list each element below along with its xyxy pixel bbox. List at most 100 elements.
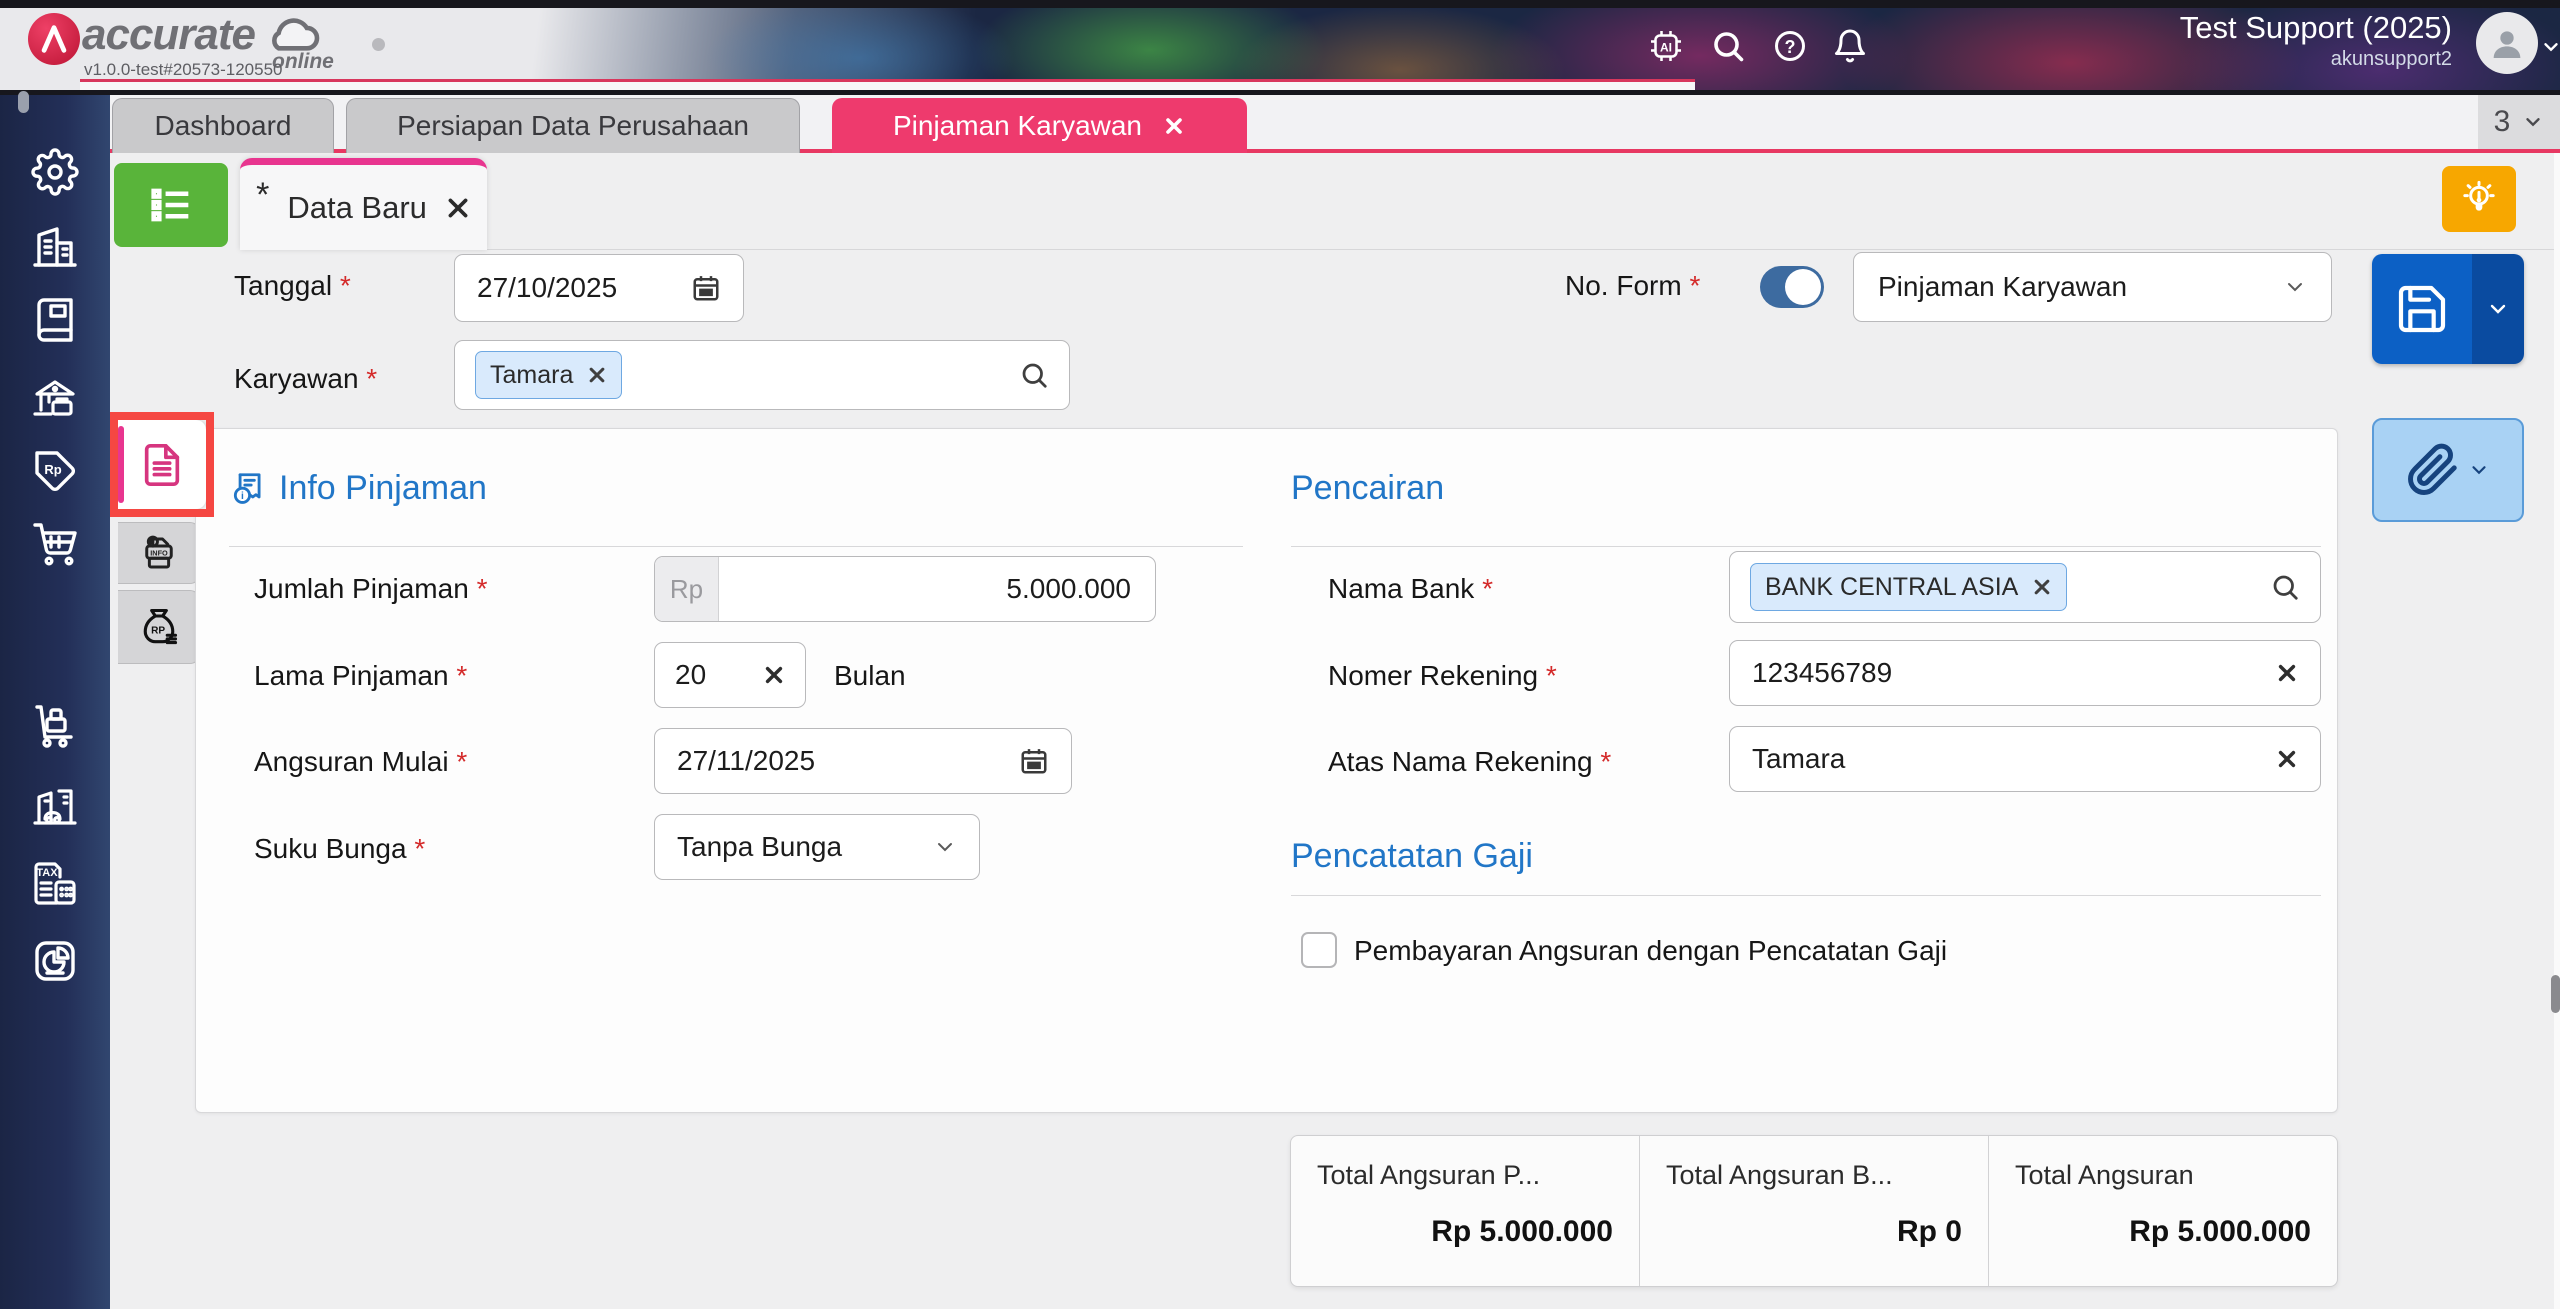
lama-value: 20: [675, 659, 707, 690]
search-icon[interactable]: [1019, 360, 1049, 390]
total-angsuran-pokok: Total Angsuran P... Rp 5.000.000: [1291, 1136, 1639, 1286]
header-divider: [487, 249, 2560, 250]
accurate-logo-icon: [28, 13, 80, 65]
jumlah-value: 5.000.000: [1006, 573, 1131, 604]
clear-icon[interactable]: [2276, 748, 2298, 770]
paperclip-icon: [2408, 443, 2457, 495]
total-value: Rp 5.000.000: [1431, 1215, 1613, 1248]
currency-prefix: Rp: [655, 557, 719, 621]
suku-bunga-select[interactable]: Tanpa Bunga: [654, 814, 980, 880]
sidebar-item-tax[interactable]: TAX: [31, 859, 79, 907]
tab-label: Dashboard: [154, 110, 292, 141]
list-view-button[interactable]: [114, 163, 228, 247]
search-icon[interactable]: [2270, 572, 2300, 602]
clear-icon[interactable]: [763, 664, 785, 686]
close-document-icon[interactable]: [445, 195, 471, 221]
sidebar-item-ledger[interactable]: [31, 296, 79, 344]
loan-info-icon: i: [233, 472, 261, 504]
avatar[interactable]: [2476, 12, 2538, 74]
remove-chip-icon[interactable]: [2032, 577, 2052, 597]
pencatatan-gaji-checkbox[interactable]: [1301, 932, 1337, 968]
svg-text:TAX: TAX: [36, 867, 58, 879]
no-form-toggle[interactable]: [1760, 266, 1824, 308]
shopping-cart-icon: [33, 523, 77, 566]
total-angsuran: Total Angsuran Rp 5.000.000: [1988, 1136, 2337, 1286]
save-main[interactable]: [2372, 254, 2472, 364]
lama-pinjaman-input[interactable]: 20: [654, 642, 806, 708]
help-icon[interactable]: ?: [1772, 28, 1808, 64]
open-tabs-counter[interactable]: 3: [2478, 95, 2560, 149]
search-icon[interactable]: [1710, 28, 1746, 64]
hint-button[interactable]: [2442, 166, 2516, 232]
total-label: Total Angsuran B...: [1666, 1160, 1893, 1190]
tab-pinjaman-karyawan[interactable]: Pinjaman Karyawan: [832, 98, 1247, 153]
total-label: Total Angsuran P...: [1317, 1160, 1541, 1190]
suku-bunga-value: Tanpa Bunga: [677, 831, 843, 862]
sidebar-item-reports[interactable]: [31, 937, 79, 985]
no-form-label: No. Form *: [1565, 270, 1701, 301]
ai-assistant-icon[interactable]: AI: [1648, 28, 1684, 64]
nomer-rekening-input[interactable]: 123456789: [1729, 640, 2321, 706]
version-text: v1.0.0-test#20573-120550: [84, 60, 283, 79]
save-button[interactable]: [2372, 254, 2524, 364]
calendar-icon[interactable]: [1019, 746, 1049, 776]
pie-report-icon: [35, 941, 75, 981]
attachment-button[interactable]: [2372, 418, 2524, 522]
sidebar-item-cash-bank[interactable]: [31, 376, 79, 424]
tanggal-input[interactable]: 27/10/2025: [454, 254, 744, 322]
karyawan-chip[interactable]: Tamara: [475, 351, 623, 399]
vertical-scrollbar-thumb[interactable]: [2551, 975, 2560, 1013]
sidebar-item-inventory[interactable]: [31, 703, 79, 751]
tab-persiapan-data-perusahaan[interactable]: Persiapan Data Perusahaan: [346, 98, 800, 153]
sidebar-scroll-handle[interactable]: [18, 91, 29, 113]
chevron-down-icon: [2288, 283, 2302, 292]
save-floppy-icon: [2398, 285, 2446, 333]
atas-nama-rekening-input[interactable]: Tamara: [1729, 726, 2321, 792]
section-title-pencatatan-gaji: Pencatatan Gaji: [1291, 837, 1533, 875]
minitab-rp[interactable]: RP: [118, 590, 200, 664]
book-icon: [37, 298, 73, 342]
logo-wordmark: accurate: [82, 10, 256, 59]
minitab-informasi[interactable]: INFO: [118, 522, 200, 584]
sidebar-item-purchases[interactable]: [31, 519, 79, 567]
pencatatan-gaji-checkbox-label: Pembayaran Angsuran dengan Pencatatan Ga…: [1354, 935, 1948, 966]
karyawan-input[interactable]: Tamara: [454, 340, 1070, 410]
sidebar-item-settings[interactable]: [31, 148, 79, 196]
svg-text:Rp: Rp: [44, 462, 61, 477]
section-divider: [229, 546, 1243, 547]
nama-bank-input[interactable]: BANK CENTRAL ASIA: [1729, 551, 2321, 623]
remove-chip-icon[interactable]: [587, 365, 607, 385]
user-menu-chevron-icon[interactable]: [2540, 36, 2560, 58]
close-tab-icon[interactable]: [1162, 114, 1186, 138]
topbar: accurate online v1.0.0-test#20573-120550…: [0, 0, 2560, 95]
nama-bank-chip[interactable]: BANK CENTRAL ASIA: [1750, 563, 2068, 611]
jumlah-pinjaman-input[interactable]: Rp 5.000.000: [654, 556, 1156, 622]
chip-label: Tamara: [490, 360, 574, 389]
save-options-dropdown[interactable]: [2472, 254, 2524, 364]
vertical-scrollbar-track[interactable]: [2554, 153, 2560, 1309]
atas-nama-rekening-label: Atas Nama Rekening *: [1328, 746, 1612, 777]
svg-text:INFO: INFO: [150, 548, 168, 557]
page-tabstrip: Dashboard Persiapan Data Perusahaan Pinj…: [110, 95, 2560, 153]
toggle-knob: [1785, 269, 1821, 305]
atas-nama-value: Tamara: [1752, 743, 1846, 774]
info-printer-icon: INFO: [144, 535, 173, 569]
sidebar-item-sales[interactable]: Rp: [31, 447, 79, 495]
nama-bank-label: Nama Bank *: [1328, 573, 1493, 604]
clear-icon[interactable]: [2276, 662, 2298, 684]
sidebar-item-fixed-assets[interactable]: [31, 781, 79, 829]
tab-dashboard[interactable]: Dashboard: [112, 98, 334, 153]
angsuran-mulai-input[interactable]: 27/11/2025: [654, 728, 1072, 794]
list-icon: [151, 188, 189, 222]
chevron-down-icon: [938, 843, 952, 852]
form-type-select[interactable]: Pinjaman Karyawan: [1853, 252, 2332, 322]
user-name[interactable]: Test Support (2025): [1852, 10, 2452, 46]
angsuran-value: 27/11/2025: [677, 745, 816, 776]
sidebar-item-company[interactable]: [31, 223, 79, 271]
document-tab-label: Data Baru: [287, 189, 427, 225]
calendar-icon[interactable]: [691, 273, 721, 303]
document-tab-data-baru[interactable]: * Data Baru: [240, 158, 487, 250]
totals-card: Total Angsuran P... Rp 5.000.000 Total A…: [1290, 1135, 2338, 1287]
content-area: * Data Baru Tanggal * 27/10/2025 Karyawa…: [110, 153, 2560, 1309]
hand-truck-icon: [35, 705, 73, 748]
